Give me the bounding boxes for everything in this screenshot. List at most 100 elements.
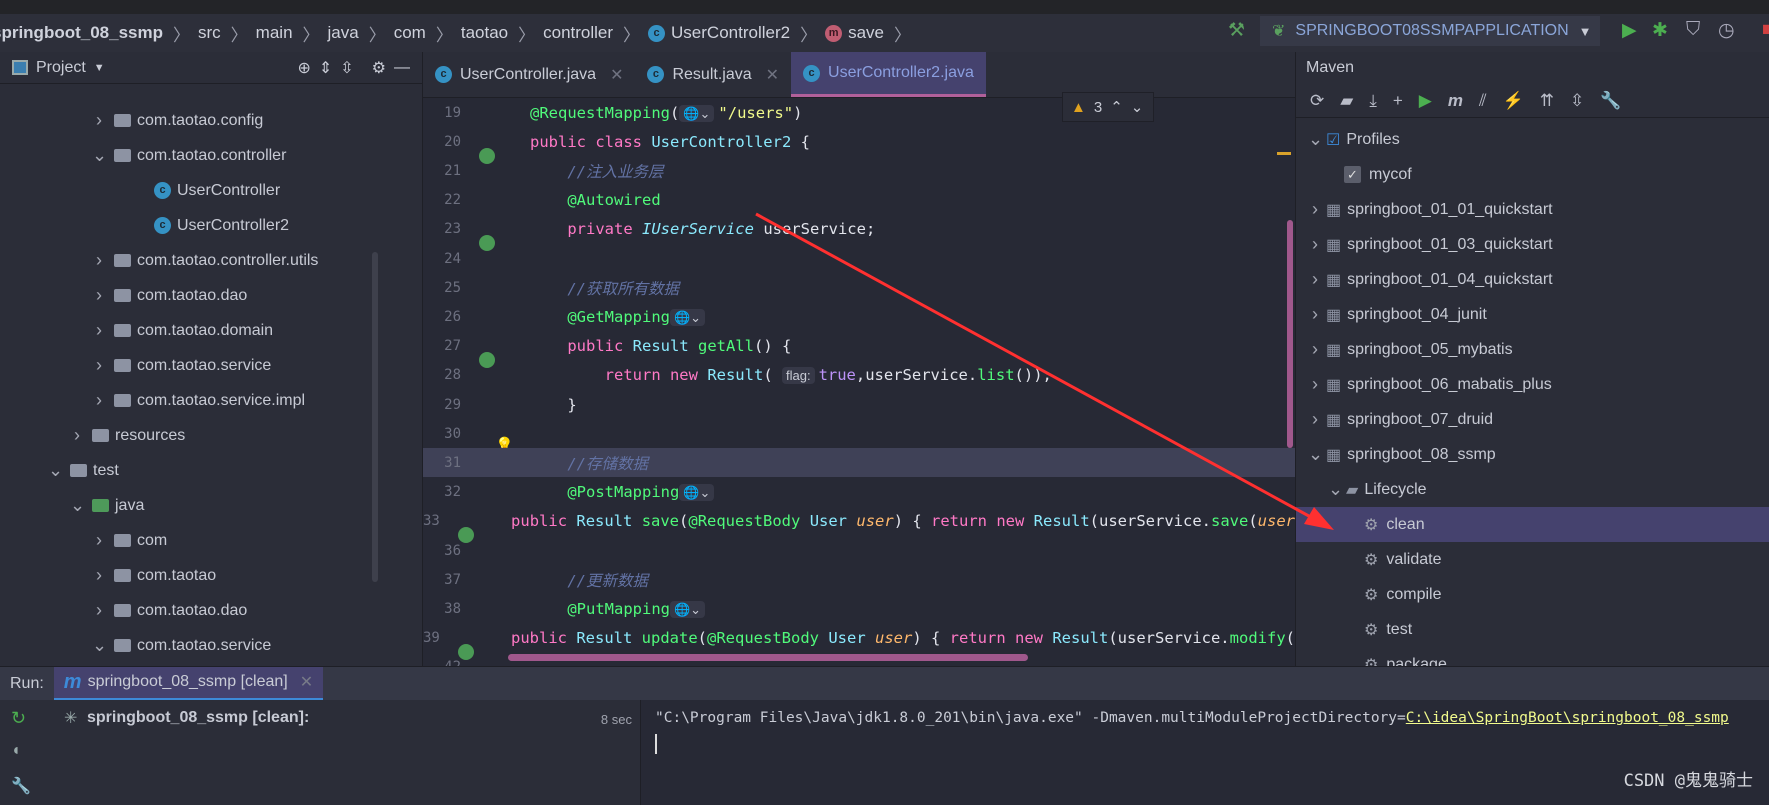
stop-icon[interactable]: ■ [1762,19,1769,41]
chevron-down-icon[interactable]: ⌄ [1308,444,1323,465]
profiler-icon[interactable]: ◷ [1718,19,1735,42]
tree-item[interactable]: ⌄ java [70,488,144,523]
code-line[interactable]: 39 public Result update(@RequestBody Use… [423,624,1295,661]
breadcrumb-item[interactable]: taotao [461,23,508,43]
tree-item[interactable]: ⌄ com.taotao.service [92,628,271,663]
maven-tree-item[interactable]: › ▦ springboot_01_01_quickstart [1296,192,1769,227]
maven-tree-item[interactable]: ⌄ ☑ Profiles [1296,122,1769,157]
tree-item[interactable]: › com.taotao.service.impl [92,383,305,418]
tree-item[interactable]: › com [92,523,167,558]
tree-item[interactable]: › com.taotao.controller.utils [92,243,318,278]
code-line[interactable]: 19 @RequestMapping(🌐⌄ "/users") [423,98,1295,127]
maven-tree-item[interactable]: ⌄ ▰ Lifecycle [1296,472,1769,507]
wrench-icon[interactable]: 🔧 [1600,91,1621,111]
editor-tab[interactable]: c UserController2.java [791,52,986,97]
hide-icon[interactable]: — [394,59,410,77]
next-highlight-icon[interactable]: ⌄ [1131,98,1144,116]
collapse-all-icon[interactable]: ⇳ [1570,91,1584,111]
breadcrumb-item[interactable]: springboot_08_ssmp [0,23,163,43]
execute-goal-icon[interactable]: m [1448,91,1463,111]
tree-item[interactable]: › resources [70,418,185,453]
tree-item[interactable]: › com.taotao.config [92,103,263,138]
code-line[interactable]: 22 @Autowired [423,186,1295,215]
scrollbar[interactable] [372,252,378,582]
code-line[interactable]: 37 //更新数据 [423,565,1295,594]
skip-tests-icon[interactable]: ⚡ [1503,91,1524,111]
code-line[interactable]: 27 public Result getAll() { [423,332,1295,369]
tree-item[interactable]: › com.taotao [92,558,216,593]
maven-tree-item[interactable]: › ▦ springboot_07_druid [1296,402,1769,437]
maven-tree-item[interactable]: ⚙ compile [1296,577,1769,612]
code-line[interactable]: 31 //存储数据 [423,448,1295,478]
coverage-icon[interactable]: ⛉ [1686,19,1700,41]
run-icon[interactable]: ▶ [1622,19,1637,42]
chevron-down-icon[interactable]: ⌄ [1328,479,1343,500]
chevron-down-icon[interactable]: ⌄ [48,460,63,481]
expand-all-icon[interactable]: ⇕ [319,58,332,78]
chevron-down-icon[interactable]: ▼ [94,62,105,74]
maven-tree-item[interactable]: ✓ mycof [1296,157,1769,192]
chevron-down-icon[interactable]: ⌄ [70,495,85,516]
locate-icon[interactable]: ⊕ [297,58,310,78]
maven-tree-item[interactable]: ⚙ test [1296,612,1769,647]
chevron-right-icon[interactable]: › [1308,409,1322,430]
chevron-right-icon[interactable]: › [1308,339,1322,360]
add-icon[interactable]: + [1393,91,1403,111]
show-dependencies-icon[interactable]: ⇈ [1540,91,1554,111]
close-icon[interactable]: ✕ [610,65,623,85]
maven-tree-item[interactable]: › ▦ springboot_06_mabatis_plus [1296,367,1769,402]
chevron-down-icon[interactable]: ⌄ [92,635,107,656]
vertical-scrollbar[interactable] [1287,220,1293,448]
chevron-right-icon[interactable]: › [92,110,106,131]
code-line[interactable]: 20 public class UserController2 { [423,127,1295,164]
chevron-right-icon[interactable]: › [1308,374,1322,395]
breadcrumb-item[interactable]: main [256,23,293,43]
code-editor[interactable]: c UserController.java ✕ c Result.java ✕ c UserC… [423,52,1295,675]
chevron-right-icon[interactable]: › [1308,304,1322,325]
maven-tree-item[interactable]: ⚙ clean [1296,507,1769,542]
collapse-all-icon[interactable]: ⇳ [340,58,353,78]
run-config-selector[interactable]: ❦ SPRINGBOOT08SSMPAPPLICATION ▼ [1260,16,1600,46]
code-line[interactable]: 30 💡 [423,419,1295,454]
code-line[interactable]: 24 [423,244,1295,273]
chevron-right-icon[interactable]: › [1308,199,1322,220]
code-line[interactable]: 33 public Result save(@RequestBody User … [423,507,1295,544]
chevron-down-icon[interactable]: ⌄ [92,145,107,166]
code-line[interactable]: 25 //获取所有数据 [423,273,1295,302]
pin-icon[interactable]: ◖ [11,742,21,760]
code-line[interactable]: 28 return new Result( flag: true,userServ… [423,361,1295,390]
run-tab[interactable]: m springboot_08_ssmp [clean] ✕ [53,666,324,701]
rerun-icon[interactable]: ↻ [11,708,26,729]
code-line[interactable]: 26 @GetMapping 🌐⌄ [423,302,1295,331]
chevron-right-icon[interactable]: › [70,425,84,446]
breadcrumb-item[interactable]: src [198,23,221,43]
code-line[interactable]: 38 @PutMapping 🌐⌄ [423,594,1295,623]
horizontal-scrollbar[interactable] [508,654,1028,661]
code-line[interactable]: 32 @PostMapping 🌐⌄ [423,478,1295,507]
tree-item[interactable]: › com.taotao.dao [92,593,247,628]
code-line[interactable]: 23 private IUserService userService; [423,215,1295,252]
build-hammer-icon[interactable]: ⚒ [1228,19,1245,42]
debug-icon[interactable]: ✱ [1652,19,1668,42]
maven-tree-item[interactable]: › ▦ springboot_01_03_quickstart [1296,227,1769,262]
reload-icon[interactable]: ⟳ [1310,91,1324,111]
checkbox[interactable]: ✓ [1344,166,1361,183]
chevron-right-icon[interactable]: › [1308,269,1322,290]
chevron-right-icon[interactable]: › [92,285,106,306]
breadcrumb-item[interactable]: m save [825,23,884,43]
chevron-right-icon[interactable]: › [92,530,106,551]
tree-item[interactable]: c UserController [114,173,280,208]
inspection-widget[interactable]: ▲ 3 ⌃ ⌄ [1062,92,1154,122]
breadcrumb-item[interactable]: java [328,23,359,43]
close-icon[interactable]: ✕ [300,672,313,692]
console-output[interactable]: "C:\Program Files\Java\jdk1.8.0_201\bin\… [641,700,1769,805]
close-icon[interactable]: ✕ [766,65,779,85]
download-icon[interactable]: ⤓ [1369,91,1377,111]
maven-tree-item[interactable]: › ▦ springboot_01_04_quickstart [1296,262,1769,297]
chevron-right-icon[interactable]: › [92,565,106,586]
code-line[interactable]: 21 //注入业务层 [423,156,1295,185]
chevron-right-icon[interactable]: › [1308,234,1322,255]
code-line[interactable]: 29 } [423,390,1295,419]
tree-item[interactable]: ⌄ com.taotao.controller [92,138,286,173]
editor-tab[interactable]: c Result.java ✕ [635,52,791,97]
